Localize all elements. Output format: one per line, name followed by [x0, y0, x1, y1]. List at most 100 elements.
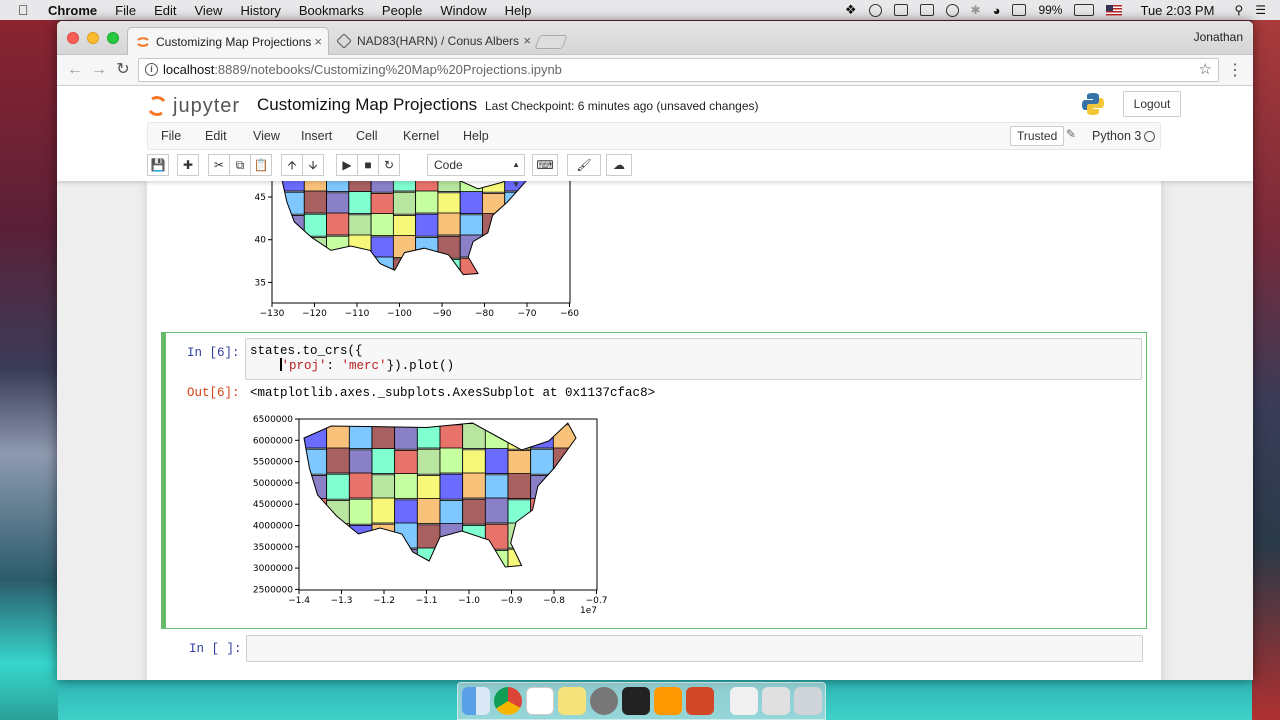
- menubar-window[interactable]: Window: [440, 3, 486, 18]
- state-shape: [552, 549, 576, 567]
- logout-button[interactable]: Logout: [1123, 91, 1181, 117]
- menubar-bookmarks[interactable]: Bookmarks: [299, 3, 364, 18]
- insert-cell-plus-icon[interactable]: ✚: [177, 154, 199, 176]
- move-up-icon[interactable]: 🡩: [281, 154, 303, 176]
- menubar-clock[interactable]: Tue 2:03 PM: [1140, 3, 1214, 18]
- x-tick-label: −0.9: [501, 596, 523, 606]
- state-shape: [507, 423, 532, 450]
- display-icon[interactable]: [893, 4, 908, 16]
- menubar-view[interactable]: View: [194, 3, 222, 18]
- profile-name[interactable]: Jonathan: [1194, 30, 1243, 44]
- run-cell-icon[interactable]: ▶: [336, 154, 358, 176]
- jupyter-logo-text: jupyter: [173, 94, 241, 117]
- us-flag-icon[interactable]: [1106, 4, 1123, 16]
- cloud-icon[interactable]: [868, 3, 882, 17]
- state-shape: [415, 237, 439, 260]
- spotlight-icon[interactable]: ⚲: [1234, 3, 1243, 17]
- fullscreen-window-button[interactable]: [107, 32, 119, 44]
- state-shape: [371, 549, 396, 567]
- state-shape: [484, 523, 509, 550]
- code-input[interactable]: states.to_crs({ 'proj': 'merc'}).plot(): [245, 338, 1142, 380]
- state-shape: [439, 473, 464, 500]
- finder-icon[interactable]: [462, 687, 490, 715]
- forward-arrow-icon[interactable]: →: [89, 60, 109, 80]
- jupyter-logo[interactable]: jupyter: [145, 93, 241, 119]
- back-arrow-icon[interactable]: ←: [65, 60, 85, 80]
- state-shape: [392, 258, 417, 275]
- screen-record-icon[interactable]: [919, 4, 934, 16]
- notebook-title[interactable]: Customizing Map Projections: [257, 95, 477, 115]
- airplay-icon[interactable]: [1012, 4, 1027, 16]
- menubar-app-name[interactable]: Chrome: [48, 3, 97, 18]
- apple-icon[interactable]: : [18, 2, 34, 18]
- dropbox-icon[interactable]: ❖: [845, 2, 857, 18]
- menubar-edit[interactable]: Edit: [154, 3, 176, 18]
- state-shape: [437, 192, 461, 216]
- terminal-icon[interactable]: [622, 687, 650, 715]
- notification-center-icon[interactable]: ☰: [1255, 3, 1266, 17]
- state-shape: [504, 215, 527, 238]
- cell-toolbar-brush-icon[interactable]: 🖌: [567, 154, 601, 176]
- system-preferences-icon[interactable]: [590, 687, 618, 715]
- state-shape: [484, 497, 509, 524]
- trash-icon[interactable]: [794, 687, 822, 715]
- paste-icon[interactable]: 📋: [250, 154, 272, 176]
- trusted-badge[interactable]: Trusted: [1010, 126, 1065, 146]
- battery-icon[interactable]: [1074, 4, 1095, 16]
- reload-icon[interactable]: ↻: [113, 60, 133, 80]
- menubar-help[interactable]: Help: [505, 3, 532, 18]
- tab-strip: Customizing Map Projections × NAD83(HARN…: [57, 21, 1253, 55]
- url-input[interactable]: i localhost:8889/notebooks/Customizing%2…: [138, 58, 1219, 82]
- state-shape: [504, 258, 527, 275]
- empty-code-input[interactable]: [246, 635, 1143, 662]
- tab-nad83-harn[interactable]: NAD83(HARN) / Conus Albers ×: [329, 27, 537, 55]
- edit-pencil-icon[interactable]: ✎: [1066, 127, 1076, 141]
- x-tick-label: −0.7: [586, 596, 608, 606]
- close-tab-icon[interactable]: ×: [523, 27, 531, 55]
- tab-customizing-map-projections[interactable]: Customizing Map Projections ×: [127, 27, 329, 55]
- cell-type-select[interactable]: Code ▲ ▼: [427, 154, 525, 189]
- new-tab-button[interactable]: [534, 35, 568, 49]
- code-cell-selected[interactable]: In [6]: states.to_crs({ 'proj': 'merc'})…: [161, 332, 1147, 629]
- x-tick-label: −110: [345, 309, 370, 317]
- chrome-icon[interactable]: [494, 687, 522, 715]
- calendar-icon[interactable]: [526, 687, 554, 715]
- state-shape: [348, 423, 373, 450]
- nb-menu-edit[interactable]: Edit: [205, 123, 227, 149]
- nb-menu-insert[interactable]: Insert: [301, 123, 332, 149]
- document-icon[interactable]: [730, 687, 758, 715]
- restart-kernel-icon[interactable]: ↻: [378, 154, 400, 176]
- notes-icon[interactable]: [558, 687, 586, 715]
- y-tick-label: 35: [255, 278, 266, 288]
- menubar-people[interactable]: People: [382, 3, 422, 18]
- state-shape: [439, 500, 464, 526]
- move-down-icon[interactable]: 🡫: [302, 154, 324, 176]
- nb-menu-kernel[interactable]: Kernel: [403, 123, 439, 149]
- nb-menu-help[interactable]: Help: [463, 123, 489, 149]
- nb-menu-view[interactable]: View: [253, 123, 280, 149]
- keyboard-icon[interactable]: ⌨: [532, 154, 558, 176]
- nb-menu-file[interactable]: File: [161, 123, 181, 149]
- close-window-button[interactable]: [67, 32, 79, 44]
- save-icon[interactable]: 💾: [147, 154, 169, 176]
- wifi-icon[interactable]: ◕: [993, 3, 1001, 18]
- sublime-text-icon[interactable]: [654, 687, 682, 715]
- copy-icon[interactable]: ⧉: [229, 154, 251, 176]
- downloads-stack-icon[interactable]: [762, 687, 790, 715]
- minimize-window-button[interactable]: [87, 32, 99, 44]
- x-offset-label: 1e7: [580, 606, 597, 616]
- nb-menu-cell[interactable]: Cell: [356, 123, 378, 149]
- powerpoint-icon[interactable]: [686, 687, 714, 715]
- time-machine-icon[interactable]: [945, 3, 959, 17]
- bookmark-star-icon[interactable]: ☆: [1199, 59, 1212, 81]
- cut-icon[interactable]: ✂: [208, 154, 230, 176]
- chrome-menu-icon[interactable]: ⋮: [1227, 60, 1243, 80]
- menubar-history[interactable]: History: [240, 3, 280, 18]
- menubar-file[interactable]: File: [115, 3, 136, 18]
- site-info-icon[interactable]: i: [145, 63, 158, 76]
- bluetooth-icon[interactable]: ✱: [971, 3, 981, 17]
- cloud-upload-icon[interactable]: ☁: [606, 154, 632, 176]
- state-shape: [552, 500, 576, 526]
- close-tab-icon[interactable]: ×: [314, 28, 322, 55]
- interrupt-stop-icon[interactable]: ■: [357, 154, 379, 176]
